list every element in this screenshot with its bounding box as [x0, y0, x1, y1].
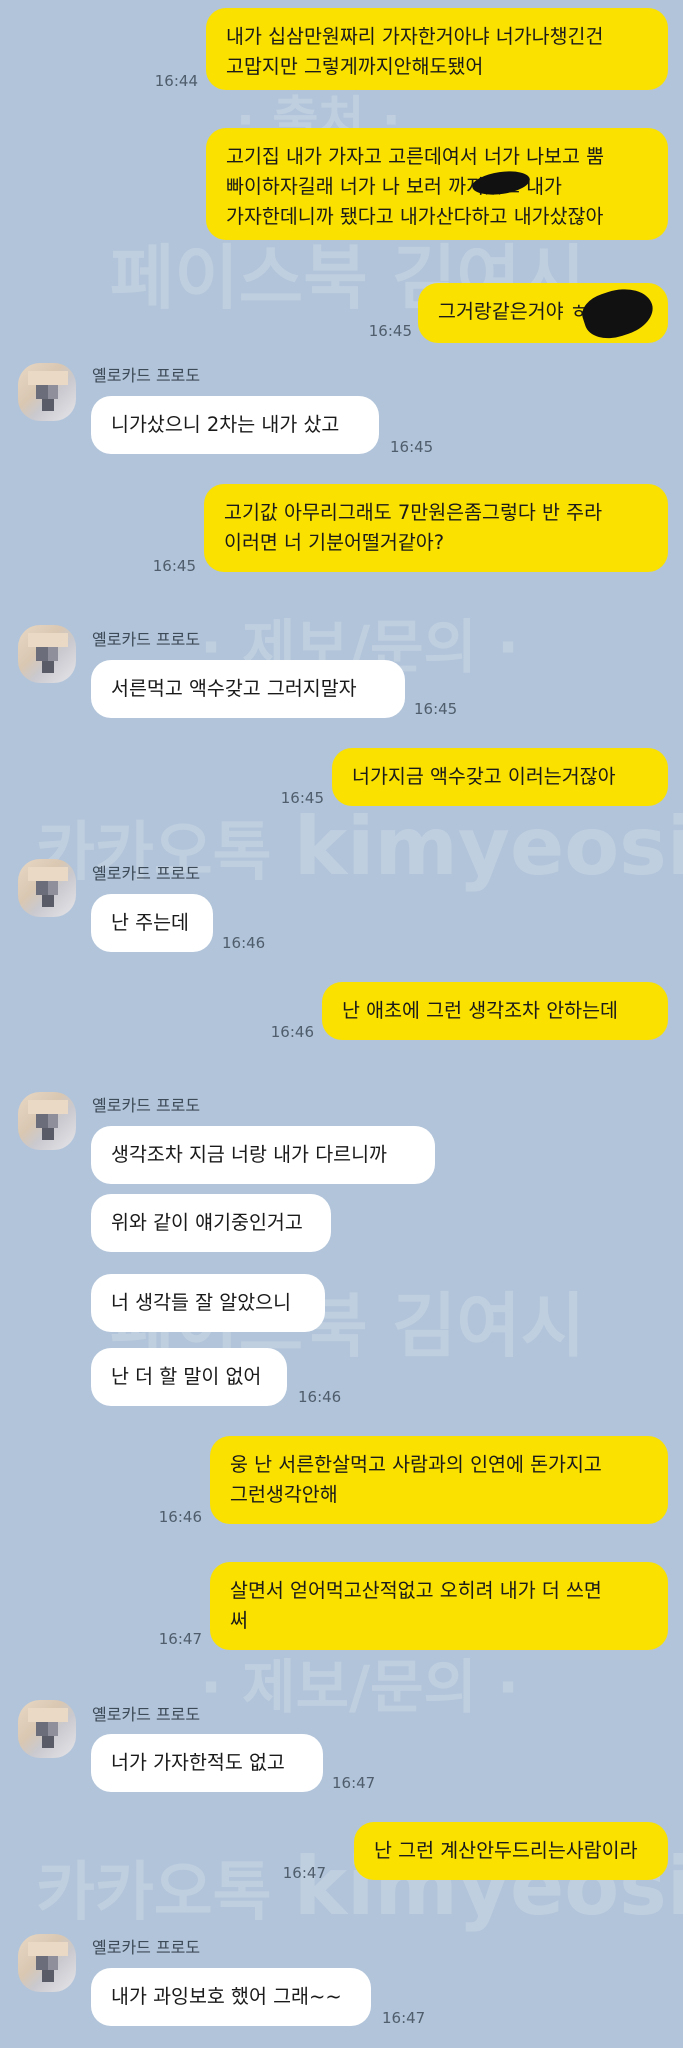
message-line: 너가지금 액수갖고 이러는거잖아 [352, 765, 616, 788]
sender-name: 옐로카드 프로도 [92, 366, 201, 385]
message-bubble-received[interactable]: 니가샀으니 2차는 내가 샀고 [91, 396, 379, 454]
sender-avatar[interactable] [18, 363, 76, 421]
message-line: 난 그런 계산안두드리는사람이라 [374, 1839, 638, 1862]
message-time: 16:46 [270, 1023, 314, 1041]
sender-avatar[interactable] [18, 1700, 76, 1758]
sender-avatar[interactable] [18, 859, 76, 917]
sender-name: 옐로카드 프로도 [92, 1096, 201, 1115]
message-line: 너 생각들 잘 알았으니 [111, 1291, 292, 1314]
message-time: 16:45 [152, 557, 196, 575]
sender-avatar[interactable] [18, 625, 76, 683]
message-line: 난 더 할 말이 없어 [111, 1365, 262, 1388]
sender-avatar[interactable] [18, 1934, 76, 1992]
message-bubble-received[interactable]: 생각조차 지금 너랑 내가 다르니까 [91, 1126, 435, 1184]
message-line: 위와 같이 얘기중인거고 [111, 1211, 303, 1234]
message-time: 16:47 [158, 1630, 202, 1648]
sender-name: 옐로카드 프로도 [92, 630, 201, 649]
message-time: 16:46 [298, 1388, 342, 1406]
message-time: 16:46 [158, 1508, 202, 1526]
message-time: 16:47 [282, 1864, 326, 1882]
message-bubble-sent[interactable]: 내가 십삼만원짜리 가자한거아냐 너가나챙긴건 고맙지만 그렇게까지안해도됐어 [206, 8, 668, 90]
message-line: 난 애초에 그런 생각조차 안하는데 [342, 999, 618, 1022]
message-time: 16:45 [414, 700, 458, 718]
message-time: 16:47 [332, 1774, 376, 1792]
message-bubble-received[interactable]: 내가 과잉보호 했어 그래~~ [91, 1968, 371, 2026]
message-line: 고기집 내가 가자고 고른데여서 너가 나보고 뿜 [226, 145, 605, 168]
message-line: 고맙지만 그렇게까지안해도됐어 [226, 55, 484, 78]
message-bubble-received[interactable]: 위와 같이 얘기중인거고 [91, 1194, 331, 1252]
message-bubble-received[interactable]: 난 주는데 [91, 894, 213, 952]
message-time: 16:47 [382, 2009, 426, 2027]
message-time: 16:45 [390, 438, 434, 456]
message-line: 생각조차 지금 너랑 내가 다르니까 [111, 1143, 387, 1166]
message-time: 16:45 [280, 789, 324, 807]
message-bubble-sent[interactable]: 난 그런 계산안두드리는사람이라 [354, 1822, 668, 1880]
message-bubble-received[interactable]: 난 더 할 말이 없어 [91, 1348, 287, 1406]
message-bubble-sent[interactable]: 웅 난 서른한살먹고 사람과의 인연에 돈가지고 그런생각안해 [210, 1436, 668, 1524]
message-line: 서른먹고 액수갖고 그러지말자 [111, 677, 357, 700]
message-line: 니가샀으니 2차는 내가 샀고 [111, 413, 340, 436]
watermark-report-2: · 제보/문의 · [200, 1653, 520, 1721]
message-line: 고기값 아무리그래도 7만원은좀그렇다 반 주라 [224, 501, 603, 524]
message-line: 난 주는데 [111, 911, 189, 934]
message-bubble-sent[interactable]: 너가지금 액수갖고 이러는거잖아 [332, 748, 668, 806]
message-bubble-sent[interactable]: 살면서 얻어먹고산적없고 오히려 내가 더 쓰면 써 [210, 1562, 668, 1650]
message-bubble-received[interactable]: 너가 가자한적도 없고 [91, 1734, 323, 1792]
message-bubble-received[interactable]: 너 생각들 잘 알았으니 [91, 1274, 325, 1332]
message-time: 16:46 [222, 934, 266, 952]
message-time: 16:45 [368, 322, 412, 340]
message-line: 웅 난 서른한살먹고 사람과의 인연에 돈가지고 [230, 1453, 602, 1476]
sender-name: 옐로카드 프로도 [92, 864, 201, 883]
message-line: 가자한데니까 됐다고 내가산다하고 내가샀잖아 [226, 205, 604, 228]
message-bubble-sent[interactable]: 고기값 아무리그래도 7만원은좀그렇다 반 주라 이러면 너 기분어떨거같아? [204, 484, 668, 572]
message-bubble-sent[interactable]: 고기집 내가 가자고 고른데여서 너가 나보고 뿜 빠이하자길래 너가 나 보러… [206, 128, 668, 240]
message-line: 써 [230, 1609, 248, 1632]
message-bubble-received[interactable]: 서른먹고 액수갖고 그러지말자 [91, 660, 405, 718]
message-line: 이러면 너 기분어떨거같아? [224, 531, 445, 554]
message-time: 16:44 [154, 72, 198, 90]
message-line: 내가 과잉보호 했어 그래~~ [111, 1985, 342, 2008]
message-line: 너가 가자한적도 없고 [111, 1751, 285, 1774]
sender-name: 옐로카드 프로도 [92, 1705, 201, 1724]
sender-name: 옐로카드 프로도 [92, 1938, 201, 1957]
message-line: 빠이하자길래 너가 나 보러 까지왔고 내가 [226, 175, 562, 198]
message-line: 살면서 얻어먹고산적없고 오히려 내가 더 쓰면 [230, 1579, 602, 1602]
message-bubble-sent[interactable]: 난 애초에 그런 생각조차 안하는데 [322, 982, 668, 1040]
sender-avatar[interactable] [18, 1092, 76, 1150]
message-line: 그런생각안해 [230, 1483, 338, 1506]
message-line: 내가 십삼만원짜리 가자한거아냐 너가나챙긴건 [226, 25, 604, 48]
